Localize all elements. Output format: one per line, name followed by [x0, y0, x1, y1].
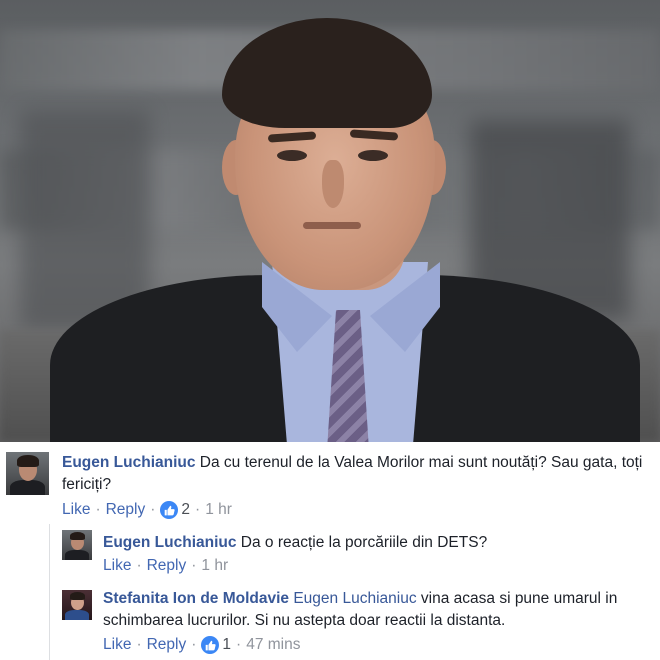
reply-comment: Eugen Luchianiuc Da o reacție la porcări…	[0, 524, 660, 580]
like-thumb-icon[interactable]	[201, 636, 220, 654]
post-photo[interactable]	[0, 0, 660, 442]
comment-actions: Like · Reply · 1 · 47 mins	[103, 636, 301, 654]
comment-body: Eugen Luchianiuc Da cu terenul de la Val…	[62, 452, 652, 496]
comment-actions: Like · Reply · 2 · 1 hr	[62, 501, 232, 519]
comment: Eugen Luchianiuc Da cu terenul de la Val…	[0, 442, 660, 524]
comments-section: Eugen Luchianiuc Da cu terenul de la Val…	[0, 442, 660, 660]
avatar[interactable]	[62, 590, 92, 620]
reply-button[interactable]: Reply	[147, 636, 187, 654]
comment-author[interactable]: Eugen Luchianiuc	[62, 454, 195, 471]
comment-body: Stefanita Ion de Moldavie Eugen Luchiani…	[103, 588, 643, 632]
reply-comment: Stefanita Ion de Moldavie Eugen Luchiani…	[0, 580, 660, 660]
avatar[interactable]	[62, 530, 92, 560]
reply-button[interactable]: Reply	[147, 557, 187, 575]
comment-text: Da o reacție la porcăriile din DETS?	[240, 534, 488, 551]
like-button[interactable]: Like	[103, 557, 131, 575]
avatar[interactable]	[6, 452, 49, 495]
like-button[interactable]: Like	[62, 501, 90, 519]
reply-button[interactable]: Reply	[106, 501, 146, 519]
reaction-count[interactable]: 2	[181, 501, 190, 519]
comment-time[interactable]: 1 hr	[201, 557, 228, 575]
comment-author[interactable]: Eugen Luchianiuc	[103, 534, 236, 551]
like-thumb-icon[interactable]	[160, 501, 179, 519]
comment-body: Eugen Luchianiuc Da o reacție la porcări…	[103, 532, 643, 554]
comment-author[interactable]: Stefanita Ion de Moldavie	[103, 590, 289, 607]
comment-mention[interactable]: Eugen Luchianiuc	[293, 590, 416, 607]
comment-actions: Like · Reply · 1 hr	[103, 557, 229, 575]
comment-time[interactable]: 1 hr	[205, 501, 232, 519]
reaction-count[interactable]: 1	[222, 636, 231, 654]
comment-time[interactable]: 47 mins	[246, 636, 300, 654]
like-button[interactable]: Like	[103, 636, 131, 654]
